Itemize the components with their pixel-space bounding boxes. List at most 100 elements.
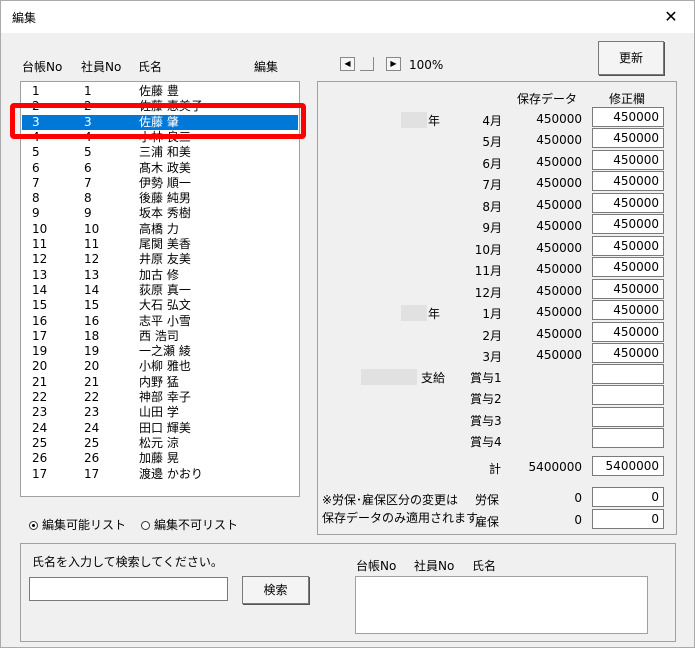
month-modify-field[interactable]: 450000 [592,214,664,235]
list-item-ledger-no: 13 [32,267,48,282]
list-item-employee-no: 17 [84,466,100,481]
list-item[interactable]: 11 11 尾関 美香 [22,237,298,252]
list-item-ledger-no: 23 [32,405,48,420]
month-modify-field[interactable]: 450000 [592,107,664,127]
year-label-1: 年 [428,114,441,128]
list-item-name: 荻原 真一 [139,282,191,297]
list-item[interactable]: 21 21 内野 猛 [22,375,298,390]
list-item-name: 佐藤 肇 [139,114,179,129]
list-item[interactable]: 5 5 三浦 和美 [22,145,298,160]
bonus-modify-field[interactable] [592,427,664,448]
list-item[interactable]: 13 13 加古 修 [22,268,298,283]
month-saved-value: 450000 [536,133,582,148]
month-saved-value: 450000 [536,176,582,191]
list-item[interactable]: 23 23 山田 学 [22,405,298,420]
list-item-name: 後藤 純男 [139,191,191,206]
month-saved-value: 450000 [536,347,582,362]
result-header-employee-no: 社員No [414,559,455,573]
list-item[interactable]: 22 22 神部 幸子 [22,390,298,405]
month-label: 5月 [482,135,502,150]
list-item[interactable]: 26 26 加藤 晃 [22,451,298,466]
list-item[interactable]: 8 8 後藤 純男 [22,191,298,206]
redacted-year-2 [401,305,427,321]
bonus-modify-field[interactable] [592,364,664,384]
list-item-ledger-no: 15 [32,298,48,313]
month-label: 4月 [482,114,502,128]
list-item-ledger-no: 3 [32,114,40,129]
list-item-name: 伊勢 順一 [139,175,191,190]
list-item-name: 佐藤 恵美子 [139,99,203,114]
list-item-employee-no: 24 [84,420,100,435]
list-item[interactable]: 25 25 松元 涼 [22,436,298,451]
list-item-ledger-no: 17 [32,466,48,481]
month-modify-field[interactable]: 450000 [592,321,664,342]
search-button[interactable]: 検索 [242,576,309,604]
list-item[interactable]: 2 2 佐藤 恵美子 [22,99,298,114]
result-header-name: 氏名 [472,559,497,573]
list-item[interactable]: 19 19 一之瀬 綾 [22,344,298,359]
month-saved-value: 450000 [536,154,582,169]
list-item[interactable]: 1 1 佐藤 豊 [22,84,298,99]
search-result-list[interactable] [355,576,648,634]
insurance-modify-koyo[interactable]: 0 [592,509,664,529]
list-item-employee-no: 20 [84,359,100,374]
scroll-right-icon[interactable]: ▶ [386,57,401,71]
list-item-ledger-no: 14 [32,282,48,297]
month-modify-field[interactable]: 450000 [592,342,664,363]
update-button[interactable]: 更新 [598,41,664,75]
result-header-ledger-no: 台帳No [356,559,397,573]
month-modify-field[interactable]: 450000 [592,128,664,149]
bonus-modify-field[interactable] [592,385,664,406]
list-item[interactable]: 15 15 大石 弘文 [22,298,298,313]
list-item[interactable]: 16 16 志平 小雪 [22,314,298,329]
list-item[interactable]: 17 18 西 浩司 [22,329,298,344]
list-item-employee-no: 10 [84,221,100,236]
month-modify-field[interactable]: 450000 [592,278,664,299]
month-modify-field[interactable]: 450000 [592,300,664,321]
radio-not-editable-list[interactable]: 編集不可リスト [141,516,238,533]
month-modify-field[interactable]: 450000 [592,235,664,256]
list-item-name: 小柳 雅也 [139,359,191,374]
list-item-ledger-no: 20 [32,359,48,374]
list-item-ledger-no: 19 [32,344,48,359]
list-item[interactable]: 10 10 高橋 力 [22,222,298,237]
list-item[interactable]: 6 6 髙木 政美 [22,161,298,176]
list-item-name: 高橋 力 [139,221,179,236]
close-icon[interactable]: ✕ [648,1,694,33]
scroll-left-icon[interactable]: ◀ [340,57,355,71]
employee-listbox[interactable]: 1 1 佐藤 豊 2 2 佐藤 恵美子 3 3 佐藤 肇 4 4 小林 良三 5 5 三浦 和美 6 6 髙木 政… [20,81,300,497]
list-item-name: 大石 弘文 [139,298,191,313]
total-modify-field[interactable]: 5400000 [592,456,664,476]
bonus-label: 支給 [421,371,446,385]
list-item[interactable]: 24 24 田口 輝美 [22,421,298,436]
list-item-employee-no: 14 [84,282,100,297]
list-item-ledger-no: 7 [32,175,40,190]
list-item-ledger-no: 11 [32,237,48,251]
list-item-ledger-no: 22 [32,390,48,404]
month-label: 1月 [482,307,502,322]
list-item[interactable]: 20 20 小柳 雅也 [22,359,298,374]
list-item-employee-no: 8 [84,191,92,206]
list-item[interactable]: 12 12 井原 友美 [22,252,298,267]
month-modify-field[interactable]: 450000 [592,149,664,170]
list-item[interactable]: 3 3 佐藤 肇 [22,114,298,130]
list-item[interactable]: 9 9 坂本 秀樹 [22,206,298,221]
month-modify-field[interactable]: 450000 [592,192,664,213]
month-modify-field[interactable]: 450000 [592,171,664,192]
month-saved-value: 450000 [536,197,582,212]
zoom-scroll-track[interactable] [360,57,374,71]
list-item[interactable]: 17 17 渡邊 かおり [22,467,298,482]
list-item[interactable]: 4 4 小林 良三 [22,130,298,145]
list-item-employee-no: 7 [84,175,92,190]
month-modify-field[interactable]: 450000 [592,257,664,278]
list-item[interactable]: 7 7 伊勢 順一 [22,176,298,191]
list-item-name: 佐藤 豊 [139,84,179,98]
month-saved-value: 450000 [536,240,582,255]
header-edit: 編集 [254,60,279,74]
search-input[interactable] [29,577,228,601]
radio-editable-list[interactable]: 編集可能リスト [29,516,126,533]
bonus-modify-field[interactable] [592,406,664,427]
insurance-modify-rouho[interactable]: 0 [592,487,664,507]
list-item[interactable]: 14 14 荻原 真一 [22,283,298,298]
month-saved-value: 450000 [536,326,582,341]
